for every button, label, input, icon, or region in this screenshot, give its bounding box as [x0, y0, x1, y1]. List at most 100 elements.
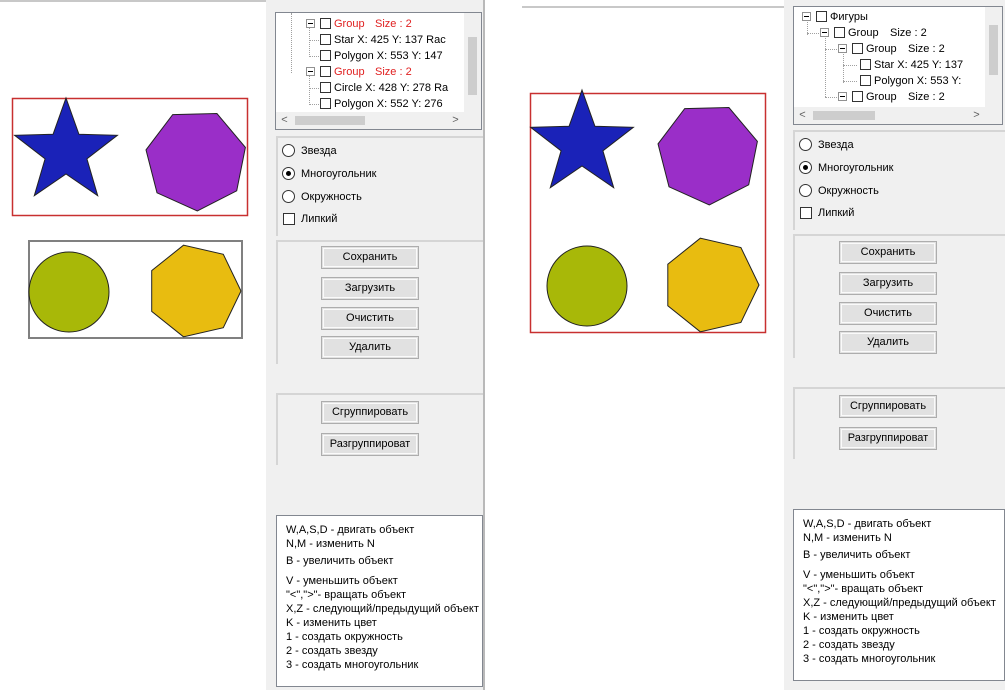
node-checkbox[interactable]: [320, 18, 331, 29]
tree-line: [825, 35, 826, 97]
tree-line: [843, 81, 857, 82]
node-checkbox[interactable]: [860, 75, 871, 86]
file-actions-group: Сохранить Загрузить Очистить Удалить: [276, 240, 483, 364]
help-line: 2 - создать звезду: [286, 645, 378, 657]
tree-horizontal-scrollbar[interactable]: < >: [794, 107, 985, 124]
collapse-toggle-icon[interactable]: [838, 44, 847, 53]
grouping-actions-group: Сгруппировать Разгруппироват: [276, 393, 483, 465]
scroll-left-icon[interactable]: <: [794, 107, 811, 124]
tree-vertical-scrollbar[interactable]: [464, 13, 481, 112]
tree-horizontal-scrollbar[interactable]: < >: [276, 112, 464, 129]
shapes-tree-view[interactable]: Фигуры Group Size : 2 Group Size : 2 Sta…: [793, 6, 1003, 125]
heptagon-purple-shape[interactable]: [657, 106, 758, 206]
delete-button[interactable]: Удалить: [321, 336, 419, 359]
drawing-canvas[interactable]: [522, 0, 784, 690]
save-button[interactable]: Сохранить: [321, 246, 419, 269]
scroll-thumb[interactable]: [989, 25, 998, 75]
radio-polygon[interactable]: [282, 167, 295, 180]
collapse-toggle-icon[interactable]: [306, 19, 315, 28]
tree-node-size: Size : 2: [890, 27, 927, 39]
radio-star-label[interactable]: Звезда: [301, 144, 337, 158]
control-panel: Фигуры Group Size : 2 Group Size : 2 Sta…: [784, 0, 1005, 690]
heptagon-yellow-shape[interactable]: [151, 244, 242, 338]
right-window: Фигуры Group Size : 2 Group Size : 2 Sta…: [522, 0, 1005, 690]
help-line: X,Z - следующий/предыдущий объект: [803, 597, 996, 609]
radio-circle[interactable]: [799, 184, 812, 197]
radio-circle[interactable]: [282, 190, 295, 203]
node-checkbox[interactable]: [852, 43, 863, 54]
sticky-checkbox[interactable]: [800, 207, 812, 219]
heptagon-purple-shape[interactable]: [145, 112, 246, 212]
node-checkbox[interactable]: [320, 34, 331, 45]
clear-button[interactable]: Очистить: [839, 302, 937, 325]
help-line: B - увеличить объект: [286, 555, 394, 567]
circle-shape[interactable]: [546, 245, 628, 327]
shapes-tree-view[interactable]: Group Size : 2 Star X: 425 Y: 137 Rac Po…: [275, 12, 482, 130]
node-checkbox[interactable]: [320, 66, 331, 77]
load-button[interactable]: Загрузить: [839, 272, 937, 295]
tree-content: Фигуры Group Size : 2 Group Size : 2 Sta…: [794, 7, 985, 107]
sticky-checkbox-label[interactable]: Липкий: [818, 206, 854, 220]
help-line: W,A,S,D - двигать объект: [286, 524, 415, 536]
star-shape[interactable]: [529, 88, 635, 189]
tree-line: [309, 104, 319, 105]
tree-node-label: Polygon X: 553 Y:: [874, 75, 962, 87]
scroll-right-icon[interactable]: >: [968, 107, 985, 124]
help-line: "<",">"- вращать объект: [286, 589, 407, 601]
group-button[interactable]: Сгруппировать: [321, 401, 419, 424]
clear-button[interactable]: Очистить: [321, 307, 419, 330]
tree-line: [309, 40, 319, 41]
radio-circle-label[interactable]: Окружность: [301, 190, 362, 204]
scroll-right-icon[interactable]: >: [447, 112, 464, 129]
radio-polygon-label[interactable]: Многоугольник: [818, 161, 893, 175]
tree-vertical-scrollbar[interactable]: [985, 7, 1002, 107]
node-checkbox[interactable]: [852, 91, 863, 102]
scroll-left-icon[interactable]: <: [276, 112, 293, 129]
sticky-checkbox-label[interactable]: Липкий: [301, 212, 337, 226]
help-line: K - изменить цвет: [803, 611, 894, 623]
node-checkbox[interactable]: [320, 98, 331, 109]
load-button[interactable]: Загрузить: [321, 277, 419, 300]
control-panel: Group Size : 2 Star X: 425 Y: 137 Rac Po…: [266, 0, 483, 690]
tree-node-label: Фигуры: [830, 11, 868, 23]
scroll-corner: [464, 112, 481, 129]
collapse-toggle-icon[interactable]: [306, 67, 315, 76]
radio-polygon[interactable]: [799, 161, 812, 174]
scroll-thumb[interactable]: [295, 116, 365, 125]
collapse-toggle-icon[interactable]: [802, 12, 811, 21]
tree-node-label: Star X: 425 Y: 137 Rac: [334, 34, 446, 46]
star-shape[interactable]: [13, 96, 119, 197]
tree-node-label: Polygon X: 553 Y: 147: [334, 50, 443, 62]
help-line: X,Z - следующий/предыдущий объект: [286, 603, 479, 615]
sticky-checkbox[interactable]: [283, 213, 295, 225]
collapse-toggle-icon[interactable]: [838, 92, 847, 101]
tree-node-label: Group: [866, 91, 897, 103]
help-line: 1 - создать окружность: [286, 631, 403, 643]
scroll-thumb[interactable]: [468, 37, 477, 95]
delete-button[interactable]: Удалить: [839, 331, 937, 354]
save-button[interactable]: Сохранить: [839, 241, 937, 264]
left-window: Group Size : 2 Star X: 425 Y: 137 Rac Po…: [0, 0, 485, 690]
radio-polygon-label[interactable]: Многоугольник: [301, 167, 376, 181]
group-button[interactable]: Сгруппировать: [839, 395, 937, 418]
circle-shape[interactable]: [28, 251, 110, 333]
ungroup-button[interactable]: Разгруппироват: [839, 427, 937, 450]
radio-star-label[interactable]: Звезда: [818, 138, 854, 152]
radio-circle-label[interactable]: Окружность: [818, 184, 879, 198]
node-checkbox[interactable]: [860, 59, 871, 70]
shapes-layer: [11, 96, 249, 339]
help-line: N,M - изменить N: [803, 532, 892, 544]
ungroup-button[interactable]: Разгруппироват: [321, 433, 419, 456]
node-checkbox[interactable]: [816, 11, 827, 22]
node-checkbox[interactable]: [320, 82, 331, 93]
heptagon-yellow-shape[interactable]: [667, 237, 760, 333]
collapse-toggle-icon[interactable]: [820, 28, 829, 37]
radio-star[interactable]: [282, 144, 295, 157]
node-checkbox[interactable]: [834, 27, 845, 38]
scroll-thumb[interactable]: [813, 111, 875, 120]
drawing-canvas[interactable]: [0, 0, 266, 690]
node-checkbox[interactable]: [320, 50, 331, 61]
help-line: 2 - создать звезду: [803, 639, 895, 651]
tree-node-label: Group: [334, 66, 365, 78]
radio-star[interactable]: [799, 138, 812, 151]
